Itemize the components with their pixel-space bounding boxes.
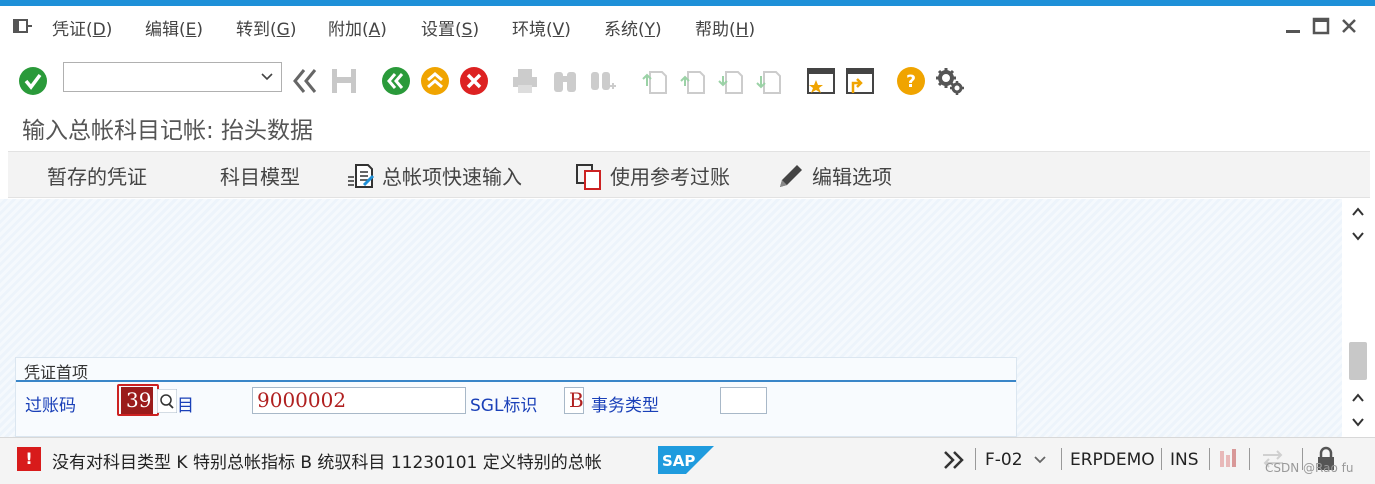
first-line-item-group: 凭证首项 过账码 39 目 9000002 SGL标识 B 事务类型 — [15, 357, 1017, 437]
sap-logo: SAP — [658, 446, 714, 474]
status-message[interactable]: 没有对科目类型 K 特别总帐指标 B 统驭科目 11230101 定义特别的总帐 — [52, 448, 602, 473]
scroll-down-icon[interactable] — [1351, 229, 1365, 243]
exit-icon[interactable] — [420, 66, 450, 96]
double-chevron-left-icon[interactable] — [290, 66, 320, 96]
document-list-icon — [348, 163, 375, 188]
scroll-down-icon[interactable] — [1351, 415, 1365, 429]
menu-item-extras[interactable]: 附加(A) — [328, 15, 387, 40]
editing-options-label: 编辑选项 — [812, 165, 892, 189]
sap-gui-icon — [1220, 449, 1236, 467]
sgl-indicator-label: SGL标识 — [470, 396, 538, 416]
post-with-reference-label: 使用参考过账 — [610, 165, 730, 189]
cancel-icon[interactable] — [459, 66, 489, 96]
copy-document-icon — [576, 163, 601, 190]
last-page-icon — [756, 71, 781, 94]
system-id: ERPDEMO — [1070, 450, 1155, 470]
chevron-down-icon[interactable] — [1033, 454, 1047, 466]
back-icon[interactable] — [381, 66, 411, 96]
print-icon — [513, 69, 537, 93]
status-separator — [1161, 448, 1162, 470]
chevron-down-icon[interactable] — [261, 70, 273, 82]
menu-item-goto[interactable]: 转到(G) — [236, 15, 296, 40]
vertical-scrollbar[interactable] — [1346, 199, 1370, 437]
status-separator — [1209, 448, 1210, 470]
menu-bar: 凭证(D) 编辑(E) 转到(G) 附加(A) 设置(S) 环境(V) 系统(Y… — [0, 6, 1375, 46]
double-chevron-right-icon[interactable] — [943, 450, 965, 470]
group-divider — [16, 380, 1016, 382]
posting-key-input[interactable]: 39 — [121, 387, 153, 414]
menu-item-edit[interactable]: 编辑(E) — [145, 15, 203, 40]
gl-fast-entry-button[interactable]: 总帐项快速输入 — [346, 161, 522, 190]
menu-item-help[interactable]: 帮助(H) — [695, 15, 755, 40]
account-input[interactable]: 9000002 — [252, 387, 466, 414]
generate-shortcut-icon[interactable] — [845, 66, 875, 96]
sgl-indicator-input[interactable]: B — [564, 387, 584, 414]
post-with-reference-button[interactable]: 使用参考过账 — [574, 161, 730, 190]
scroll-up-icon[interactable] — [1351, 391, 1365, 405]
status-separator — [1061, 448, 1062, 470]
transaction-type-input[interactable] — [720, 387, 767, 414]
minimize-icon[interactable] — [1283, 16, 1303, 36]
save-icon — [332, 69, 356, 93]
watermark: CSDN @Rao fu — [1265, 461, 1354, 475]
find-icon — [554, 72, 576, 92]
enter-check-icon[interactable] — [18, 66, 48, 96]
transaction-type-label: 事务类型 — [591, 396, 659, 416]
help-icon[interactable]: ? — [896, 66, 926, 96]
page-title: 输入总帐科目记帐: 抬头数据 — [22, 118, 314, 144]
gear-icon[interactable] — [935, 66, 965, 96]
maximize-icon[interactable] — [1311, 16, 1331, 36]
scroll-up-icon[interactable] — [1351, 205, 1365, 219]
previous-page-icon — [680, 71, 705, 94]
gl-fast-entry-label: 总帐项快速输入 — [382, 165, 522, 189]
scroll-thumb[interactable] — [1349, 342, 1367, 380]
transaction-code: F-02 — [985, 450, 1023, 470]
create-session-icon[interactable] — [806, 66, 836, 96]
status-separator — [975, 448, 976, 470]
status-bar: ! 没有对科目类型 K 特别总帐指标 B 统驭科目 11230101 定义特别的… — [0, 437, 1375, 484]
find-next-icon — [591, 72, 616, 90]
menu-item-system[interactable]: 系统(Y) — [604, 15, 662, 40]
search-help-icon[interactable] — [157, 389, 177, 413]
account-model-label: 科目模型 — [220, 165, 300, 189]
parked-document-label: 暂存的凭证 — [47, 165, 147, 189]
next-page-icon — [718, 71, 743, 94]
account-label: 目 — [177, 396, 194, 416]
first-page-icon — [642, 71, 667, 94]
svg-text:?: ? — [906, 72, 916, 92]
application-toolbar: 暂存的凭证 科目模型 总帐项快速输入 使用参考过账 编辑选项 — [8, 151, 1370, 198]
editing-options-button[interactable]: 编辑选项 — [776, 161, 892, 190]
status-separator — [1249, 448, 1250, 470]
menu-item-settings[interactable]: 设置(S) — [421, 15, 479, 40]
svg-text:SAP: SAP — [662, 452, 695, 470]
posting-key-label: 过账码 — [25, 396, 76, 416]
menu-item-document[interactable]: 凭证(D) — [52, 15, 112, 40]
error-icon: ! — [17, 447, 41, 471]
account-model-button[interactable]: 科目模型 — [220, 161, 300, 190]
insert-mode[interactable]: INS — [1170, 450, 1199, 470]
pencil-icon — [780, 164, 802, 187]
parked-document-button[interactable]: 暂存的凭证 — [47, 161, 147, 190]
command-field[interactable] — [63, 62, 282, 92]
menu-icon[interactable] — [13, 18, 33, 34]
menu-item-environment[interactable]: 环境(V) — [512, 15, 571, 40]
close-window-icon[interactable] — [1339, 16, 1359, 36]
